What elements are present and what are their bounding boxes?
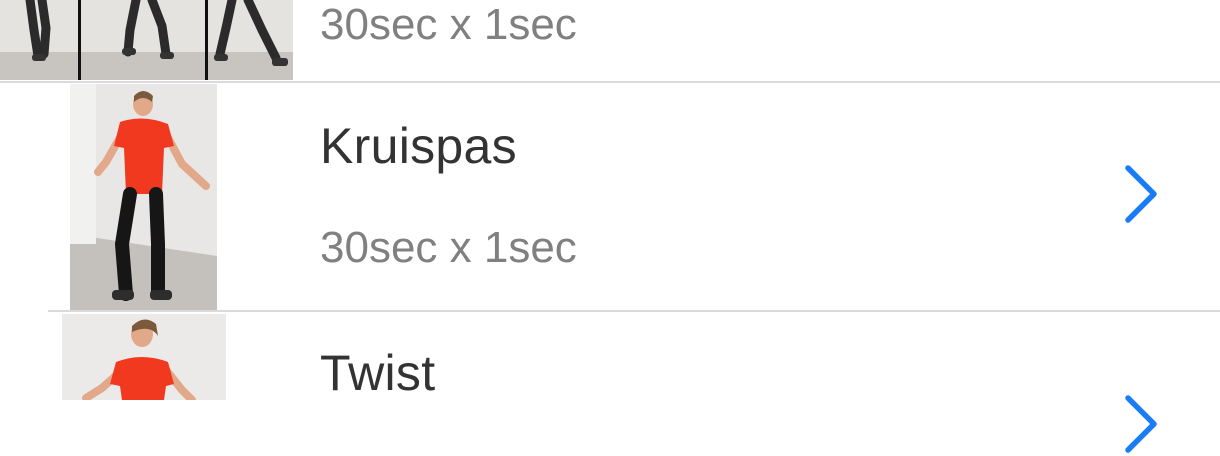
chevron-right-icon[interactable] — [1118, 392, 1164, 456]
exercise-thumbnail — [62, 314, 226, 400]
exercise-image-twist — [62, 314, 226, 400]
chevron-right-icon[interactable] — [1118, 162, 1164, 226]
exercise-image-kruispas — [70, 84, 217, 310]
exercise-title: Twist — [320, 345, 436, 401]
exercise-row-1[interactable]: 30sec x 1sec — [0, 0, 1220, 82]
exercise-title: Kruispas — [320, 118, 517, 174]
exercise-duration: 30sec x 1sec — [320, 0, 577, 49]
exercise-duration: 30sec x 1sec — [320, 223, 577, 272]
exercise-thumbnail — [70, 84, 217, 310]
exercise-image-strip — [0, 0, 293, 80]
exercise-thumbnail — [0, 0, 293, 80]
